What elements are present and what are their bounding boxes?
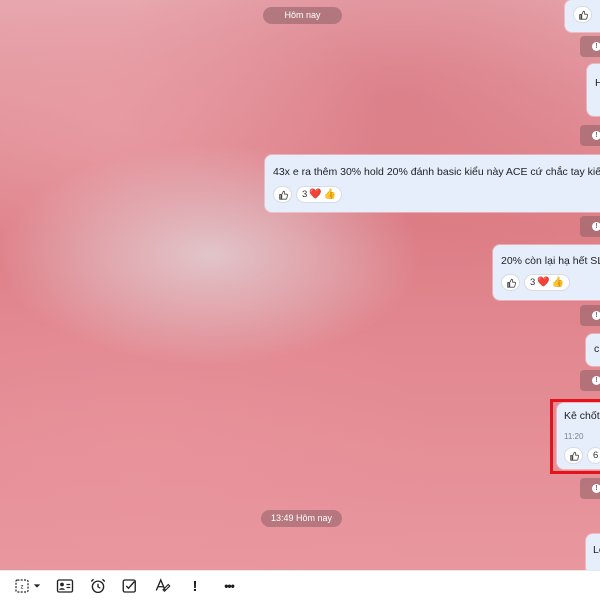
info-icon: !: [592, 376, 600, 385]
sticker-button[interactable]: z: [10, 577, 44, 595]
info-icon: !: [592, 311, 600, 320]
thumbs-up-icon: [278, 190, 288, 200]
like-button[interactable]: [273, 186, 292, 203]
more-options-button[interactable]: •••: [215, 577, 243, 595]
info-icon: !: [592, 484, 600, 493]
thumbs-up-icon: [569, 451, 579, 461]
info-icon: !: [592, 42, 600, 51]
message-bubble-2[interactable]: 43x e ra thêm 30% hold 20% đánh basic ki…: [265, 155, 600, 212]
system-notice-3[interactable]: !: [580, 216, 600, 237]
system-notice-4[interactable]: !: [580, 305, 600, 326]
message-bubble-1[interactable]: H: [587, 64, 600, 116]
urgent-icon: !: [192, 577, 198, 595]
message-bubble-3[interactable]: 20% còn lại hạ hết SL 3 ❤️ 👍: [493, 245, 600, 300]
task-button[interactable]: [119, 577, 141, 595]
message-time: 11:20: [564, 432, 584, 441]
message-bubble-5[interactable]: Kê chốt 11:20 6: [557, 403, 600, 469]
reaction-count: 3: [302, 189, 308, 200]
more-icon: •••: [224, 579, 235, 593]
chat-area: Hôm nay ! H ! 43x e ra thêm 30% hold 20%…: [0, 0, 600, 570]
text-format-button[interactable]: [152, 577, 174, 595]
info-icon: !: [592, 222, 600, 231]
reaction-summary[interactable]: 3 ❤️ 👍: [296, 186, 343, 203]
like-button[interactable]: [501, 274, 520, 291]
like-button[interactable]: [573, 6, 592, 23]
like-button[interactable]: [564, 447, 583, 464]
thumbs-up-reaction-icon: 👍: [551, 276, 565, 288]
urgent-button[interactable]: !: [187, 577, 203, 595]
message-bubble-partial-top: [565, 0, 600, 32]
system-notice-5[interactable]: !: [580, 370, 600, 391]
heart-reaction-icon: ❤️: [537, 276, 550, 288]
message-bubble-6[interactable]: Lo: [586, 534, 600, 570]
reaction-summary[interactable]: 3 ❤️ 👍: [524, 274, 571, 291]
sticker-icon: z: [14, 579, 29, 593]
system-notice-6[interactable]: !: [580, 478, 600, 499]
reaction-count: 6: [593, 450, 599, 461]
message-text: Lo: [593, 544, 600, 556]
message-text: 43x e ra thêm 30% hold 20% đánh basic ki…: [273, 166, 600, 178]
thumbs-up-icon: [506, 278, 516, 288]
message-bubble-4[interactable]: c: [586, 334, 600, 366]
message-text: Kê chốt: [564, 410, 600, 422]
message-text: c: [594, 343, 600, 355]
task-check-icon: [122, 579, 136, 593]
reaction-summary[interactable]: 6: [587, 447, 600, 464]
thumbs-up-reaction-icon: 👍: [323, 188, 337, 200]
thumbs-up-icon: [578, 10, 588, 20]
svg-text:z: z: [20, 585, 23, 591]
contact-card-button[interactable]: [54, 577, 76, 595]
alarm-clock-icon: [90, 578, 106, 594]
reminder-button[interactable]: [87, 577, 109, 595]
date-separator-top: Hôm nay: [263, 7, 342, 24]
chevron-down-icon: [33, 584, 40, 588]
heart-reaction-icon: ❤️: [309, 188, 322, 200]
date-separator-bottom: 13:49 Hôm nay: [261, 510, 342, 527]
message-text: 20% còn lại hạ hết SL: [501, 255, 600, 267]
message-text: H: [595, 77, 600, 89]
text-format-icon: [155, 578, 171, 593]
system-notice-2[interactable]: !: [580, 125, 600, 146]
reaction-count: 3: [530, 277, 536, 288]
composer-toolbar: z ! •••: [0, 570, 600, 600]
info-icon: !: [592, 131, 600, 140]
contact-card-icon: [56, 579, 74, 593]
system-notice-1[interactable]: !: [580, 36, 600, 57]
